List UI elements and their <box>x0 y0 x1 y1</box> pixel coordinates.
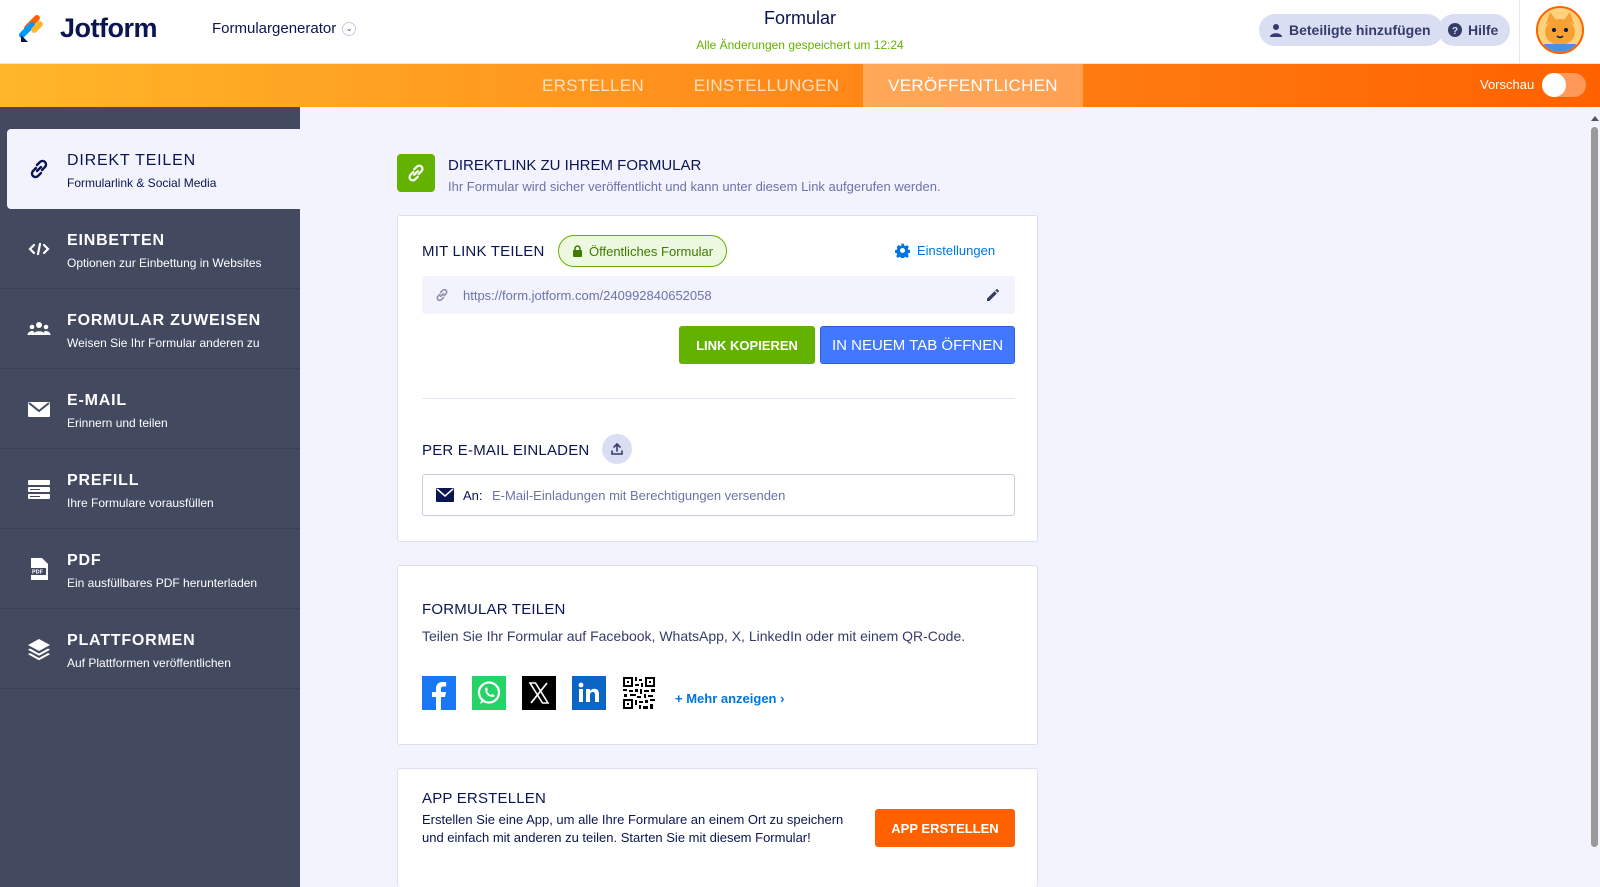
svg-text:?: ? <box>1452 26 1458 37</box>
sidebar-item-subtitle: Optionen zur Einbettung in Websites <box>67 256 262 270</box>
section-subtitle: Ihr Formular wird sicher veröffentlicht … <box>448 179 941 194</box>
pdf-icon: PDF <box>27 557 51 581</box>
copy-link-button[interactable]: LINK KOPIEREN <box>679 326 815 364</box>
layers-icon <box>27 637 51 661</box>
create-app-button[interactable]: APP ERSTELLEN <box>875 809 1015 847</box>
sidebar-item-assign[interactable]: FORMULAR ZUWEISEN Weisen Sie Ihr Formula… <box>0 289 300 369</box>
link-settings-button[interactable]: Einstellungen <box>895 243 995 258</box>
add-participants-label: Beteiligte hinzufügen <box>1289 22 1431 38</box>
sidebar-item-title: FORMULAR ZUWEISEN <box>67 312 262 329</box>
link-settings-label: Einstellungen <box>917 243 996 258</box>
status-badge-label: Öffentliches Formular <box>589 243 714 259</box>
lock-icon <box>573 245 582 257</box>
edit-pencil-icon[interactable] <box>985 287 1001 303</box>
email-placeholder: E-Mail-Einladungen mit Berechtigungen ve… <box>492 488 786 503</box>
page-scrollbar[interactable] <box>1589 115 1600 887</box>
envelope-icon <box>436 488 454 502</box>
email-to-label: An: <box>463 488 483 503</box>
upload-icon <box>611 442 623 455</box>
add-participants-button[interactable]: Beteiligte hinzufügen <box>1259 14 1443 46</box>
envelope-icon <box>27 397 51 421</box>
sidebar-item-subtitle: Ihre Formulare vorausfüllen <box>67 496 214 510</box>
user-icon <box>1270 24 1282 37</box>
qr-code-icon[interactable] <box>622 676 656 710</box>
social-share-card: FORMULAR TEILEN Teilen Sie Ihr Formular … <box>397 565 1038 745</box>
form-url: https://form.jotform.com/240992840652058 <box>463 288 712 303</box>
scroll-up-arrow-icon[interactable] <box>1591 115 1599 123</box>
email-invite-title: PER E-MAIL EINLADEN <box>422 442 590 459</box>
create-app-card: APP ERSTELLEN Erstellen Sie eine App, um… <box>397 768 1038 887</box>
sidebar-item-subtitle: Formularlink & Social Media <box>67 176 217 190</box>
create-app-description: Erstellen Sie eine App, um alle Ihre For… <box>422 812 844 845</box>
preview-toggle[interactable] <box>1542 73 1586 97</box>
direct-link-icon <box>397 154 435 192</box>
sidebar-item-email[interactable]: E-MAIL Erinnern und teilen <box>0 369 300 449</box>
card-divider <box>422 398 1015 399</box>
facebook-icon[interactable] <box>422 676 456 710</box>
email-invite-input[interactable]: An: E-Mail-Einladungen mit Berechtigunge… <box>422 474 1015 516</box>
social-share-description: Teilen Sie Ihr Formular auf Facebook, Wh… <box>422 628 966 644</box>
show-more-link[interactable]: + Mehr anzeigen › <box>675 691 784 706</box>
cat-avatar-icon <box>1538 8 1582 52</box>
create-app-title: APP ERSTELLEN <box>422 790 547 807</box>
prefill-icon <box>27 477 51 501</box>
header-divider <box>1519 0 1520 64</box>
link-icon <box>436 288 448 302</box>
top-header: Jotform Formulargenerator ⌄ Formular All… <box>0 0 1600 64</box>
main-nav: ERSTELLEN EINSTELLUNGEN VERÖFFENTLICHEN … <box>0 64 1600 107</box>
sidebar-item-prefill[interactable]: PREFILL Ihre Formulare vorausfüllen <box>0 449 300 529</box>
help-icon: ? <box>1448 23 1462 37</box>
sidebar-item-title: PDF <box>67 552 102 569</box>
open-new-tab-button[interactable]: IN NEUEM TAB ÖFFNEN <box>820 326 1015 364</box>
upload-contacts-button[interactable] <box>602 434 632 464</box>
sidebar-item-direct-share[interactable]: DIREKT TEILEN Formularlink & Social Medi… <box>7 129 300 209</box>
section-title: DIREKTLINK ZU IHREM FORMULAR <box>448 157 702 174</box>
social-share-title: FORMULAR TEILEN <box>422 601 566 618</box>
sidebar-item-title: PREFILL <box>67 472 140 489</box>
gear-icon <box>895 243 910 258</box>
scrollbar-thumb[interactable] <box>1591 127 1598 847</box>
x-icon[interactable] <box>522 676 556 710</box>
share-link-title: MIT LINK TEILEN <box>422 243 545 260</box>
sidebar-item-subtitle: Weisen Sie Ihr Formular anderen zu <box>67 336 260 350</box>
sidebar-item-pdf[interactable]: PDF PDF Ein ausfüllbares PDF herunterlad… <box>0 529 300 609</box>
publish-sidebar: DIREKT TEILEN Formularlink & Social Medi… <box>0 107 300 887</box>
tab-create[interactable]: ERSTELLEN <box>526 64 660 107</box>
help-label: Hilfe <box>1468 22 1499 38</box>
help-button[interactable]: ? Hilfe <box>1438 14 1511 46</box>
preview-label: Vorschau <box>1480 77 1535 92</box>
toggle-knob <box>1542 73 1566 97</box>
status-badge[interactable]: Öffentliches Formular <box>558 235 728 267</box>
users-icon <box>27 317 51 341</box>
sidebar-item-subtitle: Erinnern und teilen <box>67 416 168 430</box>
linkedin-icon[interactable] <box>572 676 606 710</box>
form-url-field[interactable]: https://form.jotform.com/240992840652058 <box>422 276 1015 314</box>
tab-settings[interactable]: EINSTELLUNGEN <box>680 64 853 107</box>
avatar[interactable] <box>1536 6 1584 54</box>
sidebar-item-subtitle: Auf Plattformen veröffentlichen <box>67 656 231 670</box>
whatsapp-icon[interactable] <box>472 676 506 710</box>
sidebar-item-title: EINBETTEN <box>67 232 165 249</box>
tab-publish[interactable]: VERÖFFENTLICHEN <box>863 64 1083 107</box>
svg-text:PDF: PDF <box>32 570 44 576</box>
share-link-card: MIT LINK TEILEN Öffentliches Formular Ei… <box>397 215 1038 542</box>
sidebar-item-title: E-MAIL <box>67 392 127 409</box>
sidebar-item-title: DIREKT TEILEN <box>67 152 196 169</box>
link-icon <box>27 157 51 181</box>
sidebar-item-title: PLATTFORMEN <box>67 632 196 649</box>
code-icon <box>27 237 51 261</box>
sidebar-item-platforms[interactable]: PLATTFORMEN Auf Plattformen veröffentlic… <box>0 609 300 689</box>
sidebar-item-embed[interactable]: EINBETTEN Optionen zur Einbettung in Web… <box>0 209 300 289</box>
sidebar-item-subtitle: Ein ausfüllbares PDF herunterladen <box>67 576 258 590</box>
